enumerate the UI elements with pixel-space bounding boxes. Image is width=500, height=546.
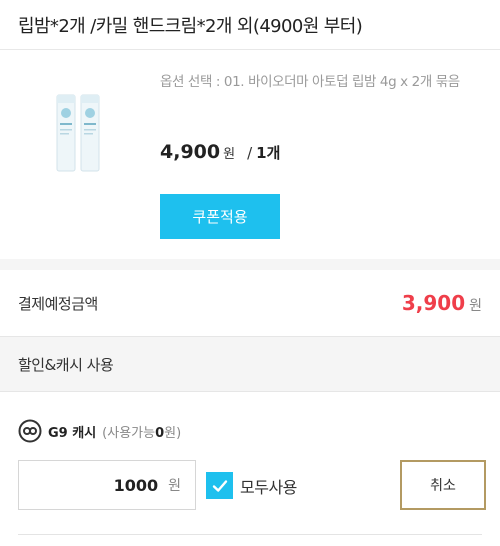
use-all-checkbox[interactable] (206, 472, 233, 499)
header-bar: 립밤*2개 /카밀 핸드크림*2개 외(4900원 부터) (0, 0, 500, 50)
use-all-label: 모두사용 (240, 477, 297, 497)
discount-section-title: 할인&캐시 사용 (0, 336, 500, 392)
g9-cash-row: G9 캐시 (사용가능0원) (18, 419, 181, 443)
check-icon (212, 479, 227, 492)
cash-name: G9 캐시 (48, 425, 97, 441)
cash-amount-input[interactable]: 1000 원 (18, 460, 196, 510)
section-divider (0, 259, 500, 270)
cash-amount-unit: 원 (168, 478, 181, 494)
g9-logo-icon (18, 419, 42, 443)
coupon-apply-button[interactable]: 쿠폰적용 (160, 194, 280, 239)
cancel-button[interactable]: 취소 (400, 460, 486, 510)
total-label: 결제예정금액 (18, 294, 98, 313)
product-quantity: 1개 (256, 144, 281, 162)
product-price: 4,900 (160, 141, 221, 163)
cash-amount-value: 1000 (113, 475, 159, 495)
total-amount: 3,900 (401, 291, 466, 315)
product-section: 옵션 선택 : 01. 바이오더마 아토덥 립밤 4g x 2개 묶음 4,90… (0, 51, 500, 259)
deal-title: 립밤*2개 /카밀 핸드크림*2개 외(4900원 부터) (18, 15, 363, 37)
price-unit: 원 (223, 147, 236, 162)
option-text: 옵션 선택 : 01. 바이오더마 아토덥 립밤 4g x 2개 묶음 (160, 74, 460, 90)
cash-available-amount: 0 (155, 425, 165, 441)
total-value: 3,900 원 (402, 291, 482, 315)
bottom-divider (18, 534, 482, 535)
price-row: 4,900 원 / 1개 (160, 141, 280, 163)
price-separator: / (247, 144, 253, 162)
total-row: 결제예정금액 3,900 원 (0, 270, 500, 336)
total-unit: 원 (469, 298, 482, 314)
cash-available: (사용가능0원) (102, 425, 182, 441)
product-thumbnail (48, 93, 110, 173)
use-all-toggle[interactable]: 모두사용 (206, 472, 297, 499)
